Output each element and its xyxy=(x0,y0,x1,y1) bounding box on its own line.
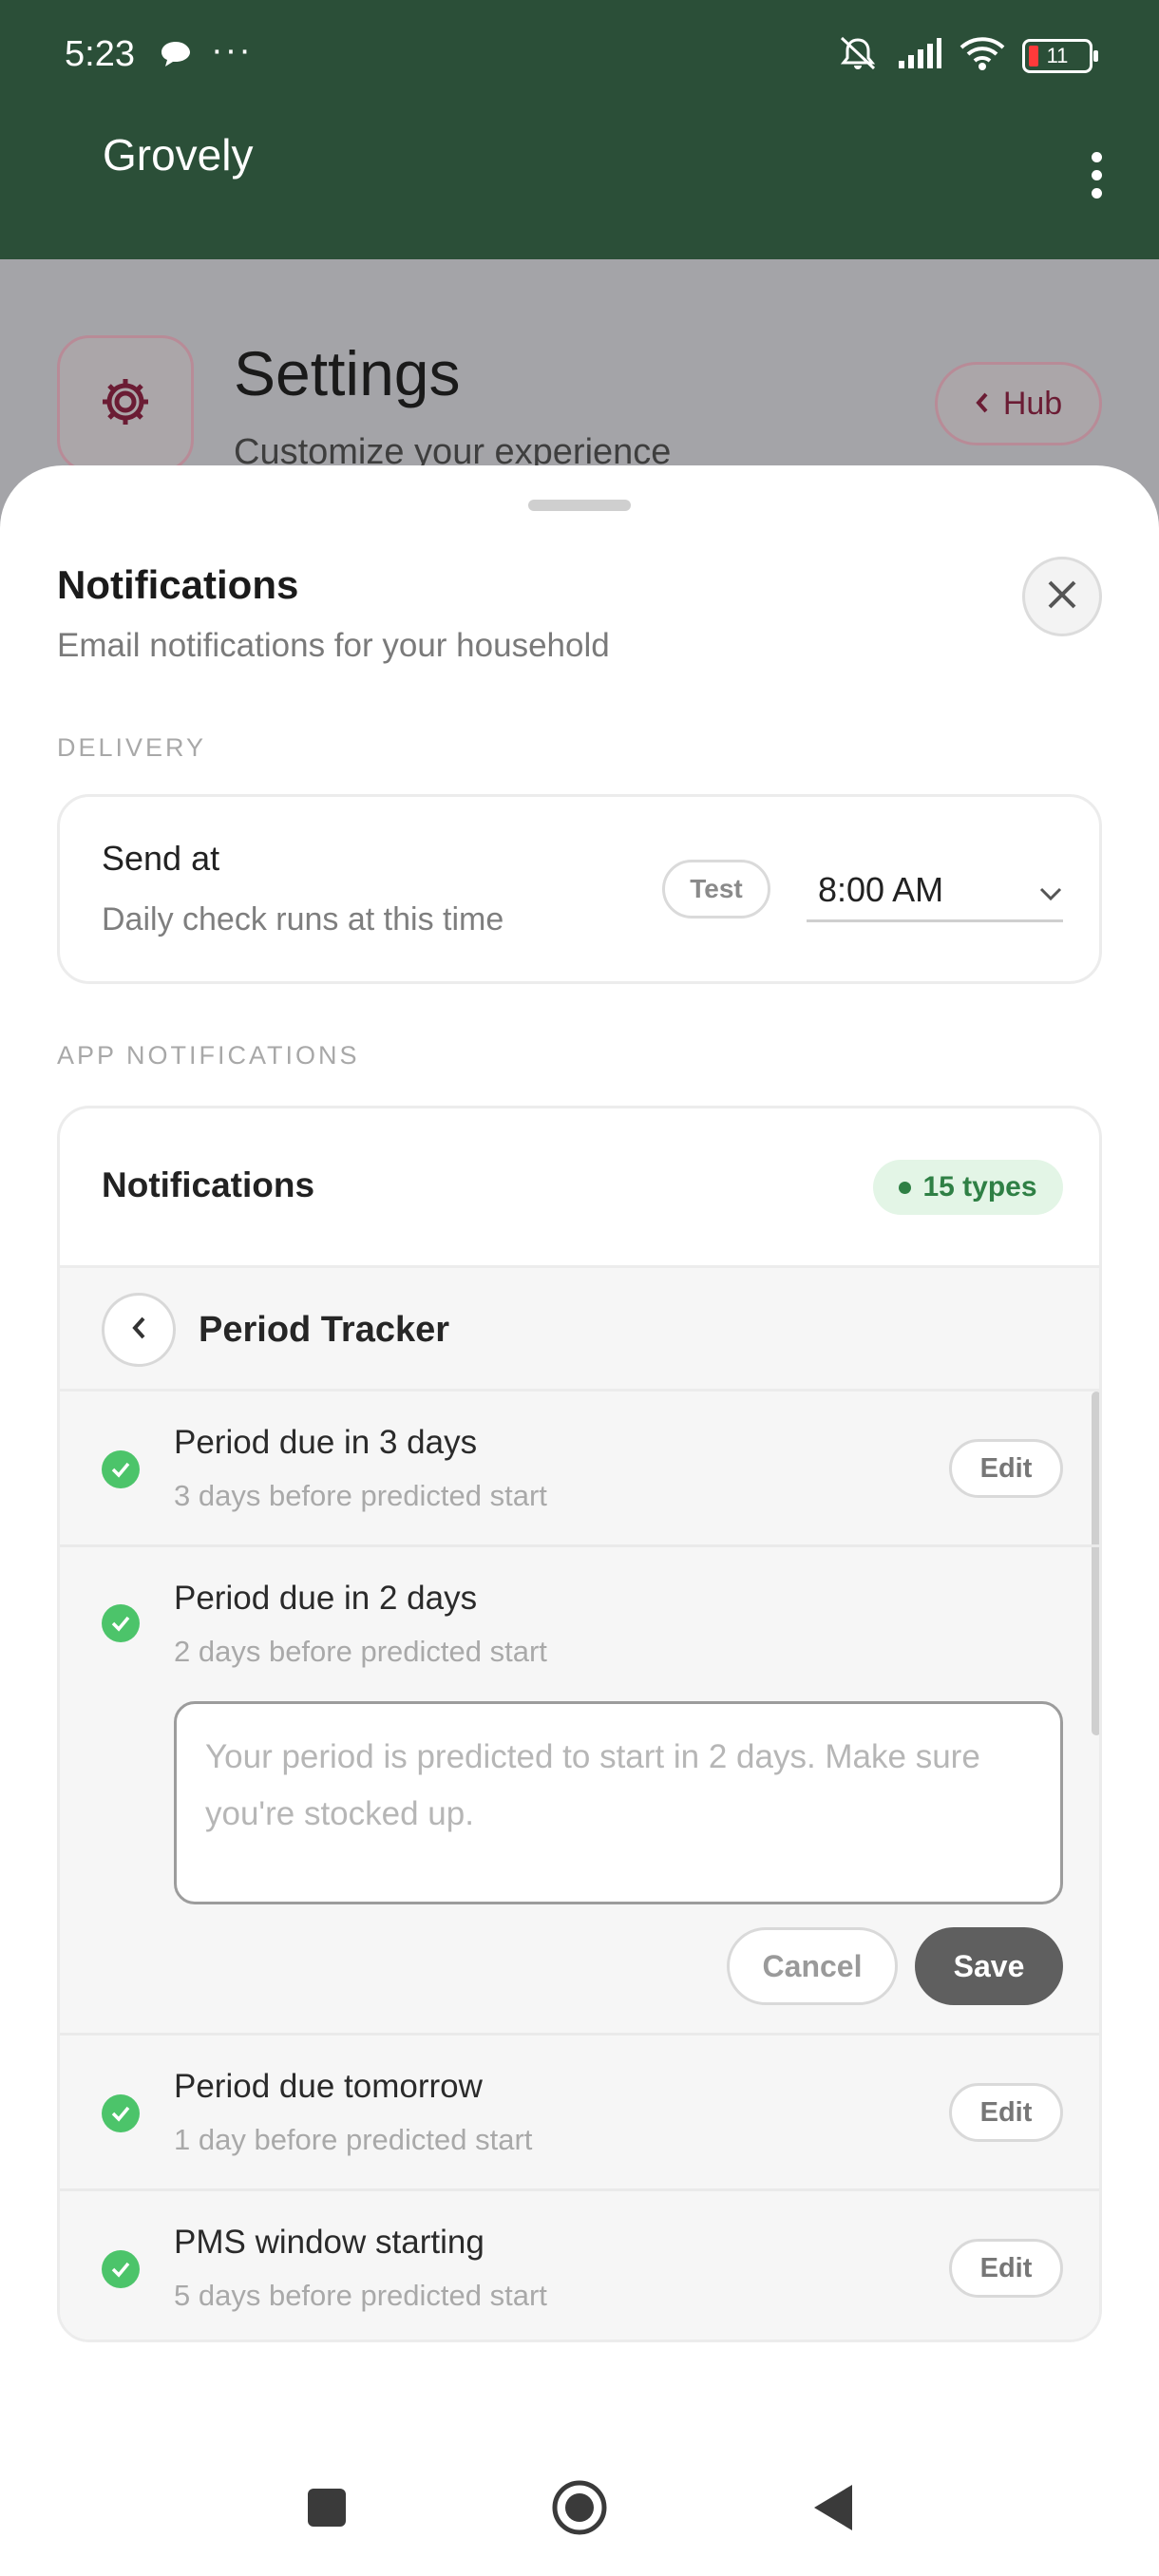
item-subtitle: 5 days before predicted start xyxy=(174,2279,547,2312)
edit-button[interactable]: Edit xyxy=(949,2239,1063,2298)
system-navigation-bar xyxy=(0,2432,1159,2576)
more-notifications-icon: ··· xyxy=(211,30,253,70)
sheet-subtitle: Email notifications for your household xyxy=(57,627,610,664)
send-time-select[interactable]: 8:00 AM xyxy=(807,860,1063,922)
list-item-editing: Period due in 2 days 2 days before predi… xyxy=(60,1547,1099,2036)
status-bar: 5:23 ··· 11 xyxy=(0,0,1159,112)
category-header: Period Tracker xyxy=(60,1268,1099,1392)
notification-list: Period due in 3 days 3 days before predi… xyxy=(60,1392,1099,2339)
save-button[interactable]: Save xyxy=(915,1927,1063,2005)
back-button[interactable] xyxy=(102,1293,176,1367)
types-count-label: 15 types xyxy=(922,1171,1037,1203)
check-circle-icon xyxy=(102,2250,140,2288)
drag-handle[interactable] xyxy=(528,500,631,511)
check-circle-icon xyxy=(102,2094,140,2132)
item-title: PMS window starting xyxy=(174,2224,484,2261)
cancel-button[interactable]: Cancel xyxy=(727,1927,898,2005)
item-title: Period due tomorrow xyxy=(174,2068,483,2105)
send-at-label: Send at xyxy=(102,839,220,878)
sheet-title: Notifications xyxy=(57,562,299,607)
list-item: Period due in 3 days 3 days before predi… xyxy=(60,1392,1099,1547)
home-icon[interactable] xyxy=(551,2479,608,2536)
list-item: Period due tomorrow 1 day before predict… xyxy=(60,2036,1099,2191)
chevron-down-icon xyxy=(1038,870,1063,910)
item-subtitle: 1 day before predicted start xyxy=(174,2123,533,2156)
types-count-badge: 15 types xyxy=(873,1160,1063,1215)
back-triangle-icon[interactable] xyxy=(804,2479,861,2536)
app-bar: Grovely xyxy=(0,112,1159,259)
send-time-value: 8:00 AM xyxy=(818,869,944,909)
close-icon xyxy=(1046,578,1078,616)
message-textarea[interactable]: Your period is predicted to start in 2 d… xyxy=(174,1701,1063,1904)
status-icons: 11 xyxy=(834,34,1098,77)
item-title: Period due in 2 days xyxy=(174,1580,478,1617)
test-button[interactable]: Test xyxy=(662,860,770,919)
delivery-card: Send at Daily check runs at this time Te… xyxy=(57,794,1102,984)
status-dot-icon xyxy=(899,1181,912,1194)
overflow-menu-icon[interactable] xyxy=(1089,152,1104,203)
page-title: Settings xyxy=(234,338,461,408)
gear-icon xyxy=(97,373,154,435)
item-subtitle: 2 days before predicted start xyxy=(174,1635,547,1668)
item-title: Period due in 3 days xyxy=(174,1424,478,1461)
app-notifications-card: Notifications 15 types Period Tracker Pe… xyxy=(57,1106,1102,2342)
signal-icon xyxy=(897,36,942,75)
list-item: PMS window starting 5 days before predic… xyxy=(60,2191,1099,2339)
edit-button[interactable]: Edit xyxy=(949,2083,1063,2142)
send-at-description: Daily check runs at this time xyxy=(102,901,504,938)
status-time: 5:23 xyxy=(65,34,135,74)
hub-label: Hub xyxy=(1002,385,1063,422)
battery-icon: 11 xyxy=(1022,38,1098,73)
category-title: Period Tracker xyxy=(199,1310,450,1350)
section-label-app-notifications: APP NOTIFICATIONS xyxy=(57,1041,360,1070)
chevron-left-icon xyxy=(130,1316,147,1345)
chevron-left-icon xyxy=(975,386,990,423)
chat-bubble-icon xyxy=(160,40,192,68)
check-circle-icon xyxy=(102,1450,140,1488)
item-subtitle: 3 days before predicted start xyxy=(174,1479,547,1512)
wifi-icon xyxy=(958,34,1007,77)
notifications-sheet: Notifications Email notifications for yo… xyxy=(0,465,1159,2576)
section-label-delivery: DELIVERY xyxy=(57,733,207,762)
check-circle-icon xyxy=(102,1604,140,1642)
edit-button[interactable]: Edit xyxy=(949,1439,1063,1498)
settings-gear-tile xyxy=(57,335,194,472)
hub-button[interactable]: Hub xyxy=(935,362,1102,445)
close-button[interactable] xyxy=(1022,557,1102,636)
recents-icon[interactable] xyxy=(298,2479,355,2536)
notifications-header: Notifications 15 types xyxy=(60,1108,1099,1268)
mute-bell-icon xyxy=(834,34,882,77)
app-title: Grovely xyxy=(103,130,254,180)
notifications-header-title: Notifications xyxy=(102,1165,315,1204)
settings-page-background: Settings Customize your experience Hub xyxy=(0,259,1159,478)
